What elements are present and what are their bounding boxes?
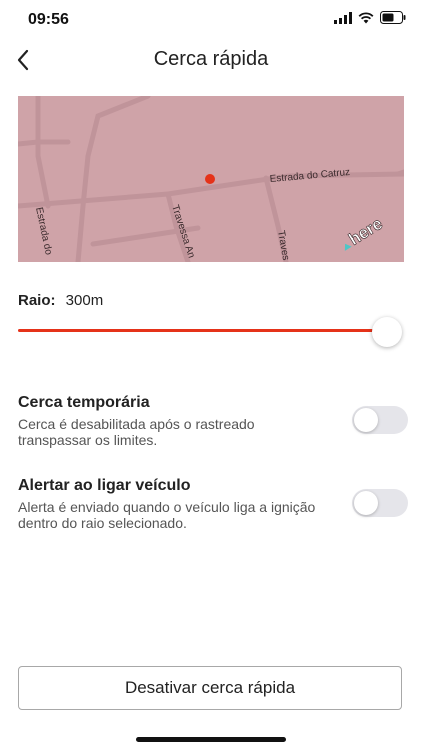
status-time: 09:56 [28,11,69,28]
radius-label: Raio: [18,292,56,309]
disable-quick-fence-button[interactable]: Desativar cerca rápida [18,666,402,710]
setting-title: Alertar ao ligar veículo [18,477,191,494]
radius-slider-thumb[interactable] [372,317,402,347]
navigation-bar: Cerca rápida [0,42,422,82]
radius-value: 300m [65,292,104,309]
setting-description: Alerta é enviado quando o veículo liga a… [18,499,316,531]
setting-title: Cerca temporária [18,394,150,411]
radius-row: Raio: 300m [18,292,103,309]
radius-slider[interactable] [18,316,404,347]
vehicle-alert-toggle[interactable] [352,489,408,517]
signal-bars-icon [334,11,352,29]
status-icons [334,11,406,29]
temporary-fence-toggle[interactable] [352,406,408,434]
status-bar: 09:56 [0,0,422,40]
map-view[interactable]: Estrada do Catruz Travessa An Estrada do… [18,96,404,262]
setting-description: Cerca é desabilitada após o rastreado tr… [18,416,255,448]
radius-slider-track [18,329,387,332]
location-marker [205,174,215,184]
setting-temporary-fence: Cerca temporária Cerca é desabilitada ap… [18,394,408,448]
home-indicator [136,737,286,742]
setting-vehicle-alert: Alertar ao ligar veículo Alerta é enviad… [18,477,408,531]
page-title: Cerca rápida [153,48,269,70]
wifi-icon [358,11,374,29]
toggle-knob [354,408,378,432]
battery-icon [380,11,406,29]
toggle-knob [354,491,378,515]
